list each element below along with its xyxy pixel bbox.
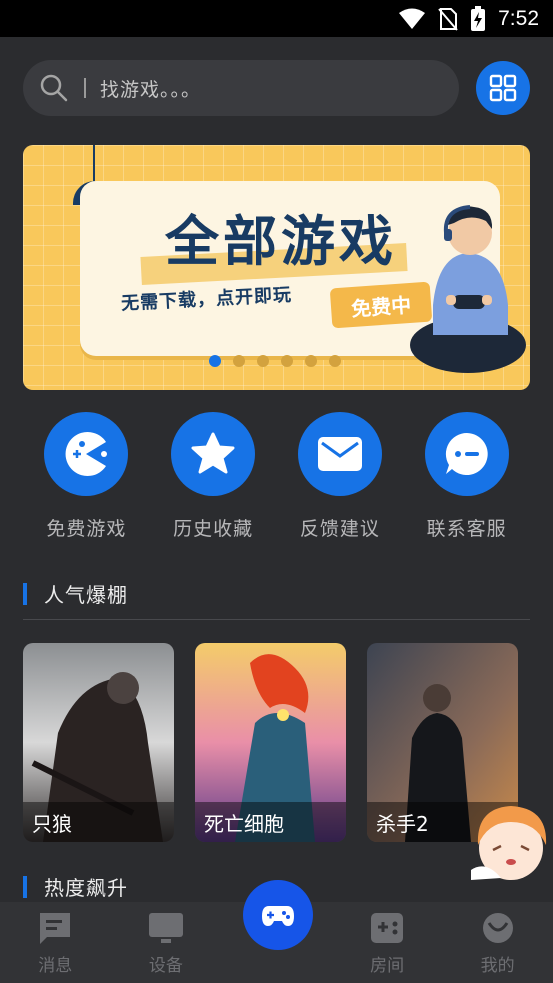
profile-icon [482, 913, 513, 943]
game-card[interactable]: 死亡细胞 [195, 643, 346, 842]
pagination-dot[interactable] [233, 355, 245, 367]
support-button[interactable] [424, 412, 509, 496]
section-rising: 热度飙升 [23, 872, 128, 901]
nav-label: 设备 [148, 956, 183, 976]
nav-label: 房间 [370, 956, 405, 976]
section-marker [23, 582, 27, 605]
action-label: 反馈建议 [299, 518, 380, 540]
quick-actions: 免费游戏 历史收藏 反馈建议 联系客服 [23, 412, 530, 542]
nav-label: 我的 [480, 956, 515, 976]
pagination-dot[interactable] [281, 355, 293, 367]
mascot-sticker[interactable] [466, 800, 553, 884]
game-center-button[interactable] [243, 880, 313, 950]
pacman-icon [65, 432, 108, 476]
search-placeholder: 找游戏。。。 [100, 78, 202, 101]
chat-icon [445, 432, 488, 475]
star-icon [191, 432, 235, 474]
action-label: 联系客服 [426, 518, 507, 540]
pagination-dot[interactable] [305, 355, 317, 367]
banner-title: 全部游戏 [165, 210, 397, 273]
search-icon [40, 74, 68, 102]
action-label: 历史收藏 [173, 518, 254, 540]
monitor-icon [148, 913, 183, 943]
section-title: 热度飙升 [44, 876, 128, 900]
nav-rooms[interactable]: 房间 [332, 902, 443, 983]
status-bar: 7:52 [0, 0, 553, 37]
game-title: 只狼 [23, 802, 174, 842]
gamepad-icon [262, 906, 294, 926]
room-icon [371, 913, 404, 943]
section-divider [23, 619, 530, 620]
mail-icon [317, 437, 362, 471]
section-popular: 人气爆棚 [23, 579, 128, 608]
free-games-button[interactable] [44, 412, 129, 496]
search-row: 找游戏。。。 [23, 60, 530, 116]
game-title: 死亡细胞 [195, 802, 346, 842]
action-label: 免费游戏 [46, 518, 127, 540]
no-sim-icon [438, 7, 458, 31]
pagination-dot[interactable] [209, 355, 221, 367]
action-history[interactable]: 历史收藏 [150, 412, 277, 542]
wifi-icon [399, 8, 426, 29]
nav-devices[interactable]: 设备 [111, 902, 222, 983]
search-separator [84, 78, 86, 98]
feedback-button[interactable] [297, 412, 382, 496]
pagination-dot[interactable] [257, 355, 269, 367]
action-feedback[interactable]: 反馈建议 [277, 412, 404, 542]
pagination-dot[interactable] [329, 355, 341, 367]
category-grid-button[interactable] [476, 61, 530, 115]
popular-games: 只狼 死亡细胞 杀手2 [23, 643, 518, 842]
section-title: 人气爆棚 [44, 583, 128, 607]
action-support[interactable]: 联系客服 [403, 412, 530, 542]
section-marker [23, 875, 27, 898]
game-card[interactable]: 只狼 [23, 643, 174, 842]
grid-icon [489, 74, 517, 102]
action-free-games[interactable]: 免费游戏 [23, 412, 150, 542]
nav-profile[interactable]: 我的 [442, 902, 553, 983]
nav-label: 消息 [38, 956, 73, 976]
search-input[interactable]: 找游戏。。。 [23, 60, 459, 116]
message-icon [40, 913, 71, 944]
gamer-illustration [410, 205, 526, 373]
status-time: 7:52 [498, 6, 539, 30]
history-button[interactable] [171, 412, 256, 496]
lamp-cord [93, 145, 95, 183]
banner-pagination [209, 355, 341, 367]
nav-messages[interactable]: 消息 [0, 902, 111, 983]
battery-icon [471, 5, 486, 31]
promo-banner[interactable]: 全部游戏 无需下载，点开即玩 免费中 [23, 145, 530, 390]
